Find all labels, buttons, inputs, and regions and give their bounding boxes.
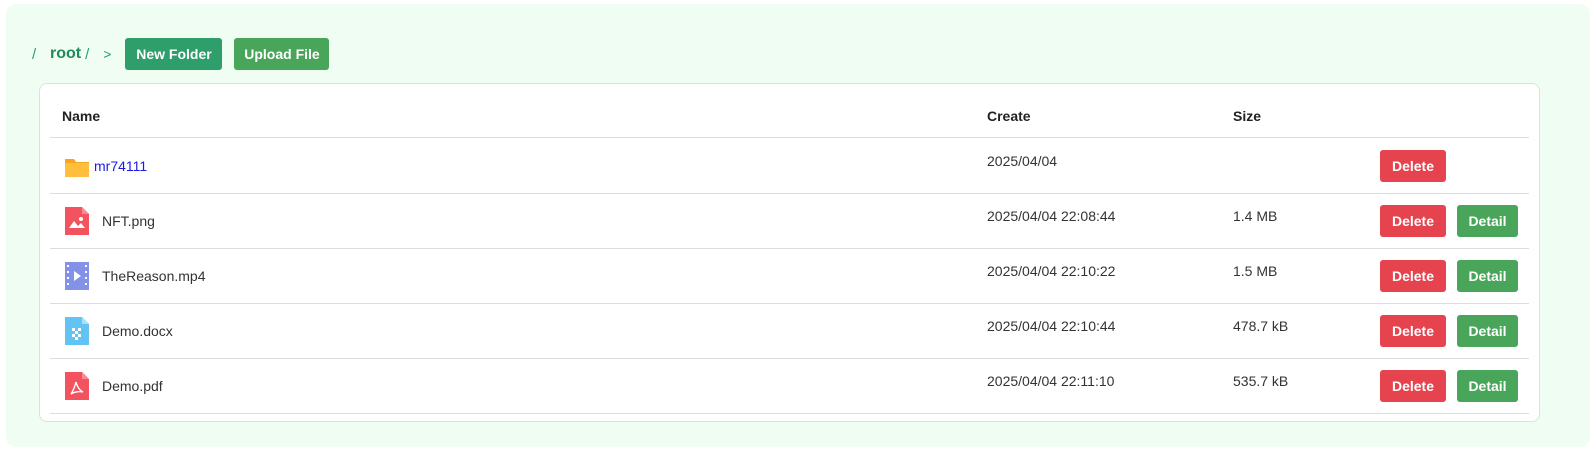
create-date: 2025/04/04 22:10:22: [987, 263, 1116, 279]
delete-button[interactable]: Delete: [1380, 315, 1446, 347]
folder-icon: [64, 151, 90, 181]
file-name-cell: mr74111: [64, 138, 147, 193]
file-name-cell: TheReason.mp4: [64, 248, 206, 303]
file-name-cell: Demo.docx: [64, 303, 173, 358]
file-name-cell: Demo.pdf: [64, 358, 163, 413]
file-size: 478.7 kB: [1233, 318, 1289, 334]
table-header: Name Create Size: [50, 84, 1529, 138]
new-folder-button[interactable]: New Folder: [125, 38, 223, 70]
file-size: 535.7 kB: [1233, 373, 1289, 389]
docx-file-icon: [64, 316, 90, 346]
file-name: TheReason.mp4: [102, 267, 206, 284]
toolbar: / root / > New Folder Upload File: [32, 38, 330, 70]
file-size: 1.4 MB: [1233, 208, 1278, 224]
delete-button[interactable]: Delete: [1380, 260, 1446, 292]
breadcrumb-separator: /: [32, 45, 37, 63]
file-size: 1.5 MB: [1233, 263, 1278, 279]
delete-button[interactable]: Delete: [1380, 370, 1446, 402]
detail-button[interactable]: Detail: [1457, 205, 1518, 237]
breadcrumb-arrow: >: [103, 46, 112, 62]
file-name-cell: NFT.png: [64, 193, 155, 248]
create-date: 2025/04/04 22:11:10: [987, 373, 1115, 389]
create-date: 2025/04/04 22:10:44: [987, 318, 1116, 334]
detail-button[interactable]: Detail: [1457, 260, 1518, 292]
file-name: NFT.png: [102, 212, 155, 229]
breadcrumb-root[interactable]: root: [50, 45, 81, 63]
detail-button[interactable]: Detail: [1457, 370, 1518, 402]
create-date: 2025/04/04: [987, 153, 1058, 169]
delete-button[interactable]: Delete: [1380, 205, 1446, 237]
image-file-icon: [64, 206, 90, 236]
video-file-icon: [64, 261, 90, 291]
folder-link[interactable]: mr74111: [94, 158, 147, 174]
file-name: Demo.pdf: [102, 377, 163, 394]
upload-file-button[interactable]: Upload File: [234, 38, 330, 70]
table-row: Demo.docx 2025/04/04 22:10:44 478.7 kB D…: [50, 303, 1529, 359]
column-header-size: Size: [1233, 108, 1262, 124]
breadcrumb-separator: /: [85, 45, 90, 63]
file-table: Name Create Size mr74111 2025/04/04 Dele…: [39, 83, 1540, 422]
pdf-file-icon: [64, 371, 90, 401]
detail-button[interactable]: Detail: [1457, 315, 1518, 347]
file-manager-panel: / root / > New Folder Upload File Name C…: [6, 4, 1590, 447]
table-row: mr74111 2025/04/04 Delete: [50, 138, 1529, 194]
table-row: TheReason.mp4 2025/04/04 22:10:22 1.5 MB…: [50, 248, 1529, 304]
file-name: Demo.docx: [102, 322, 173, 339]
table-row: Demo.pdf 2025/04/04 22:11:10 535.7 kB De…: [50, 358, 1529, 414]
table-row: NFT.png 2025/04/04 22:08:44 1.4 MB Delet…: [50, 193, 1529, 249]
delete-button[interactable]: Delete: [1380, 150, 1446, 182]
create-date: 2025/04/04 22:08:44: [987, 208, 1116, 224]
column-header-name: Name: [62, 108, 101, 124]
column-header-create: Create: [987, 108, 1031, 124]
